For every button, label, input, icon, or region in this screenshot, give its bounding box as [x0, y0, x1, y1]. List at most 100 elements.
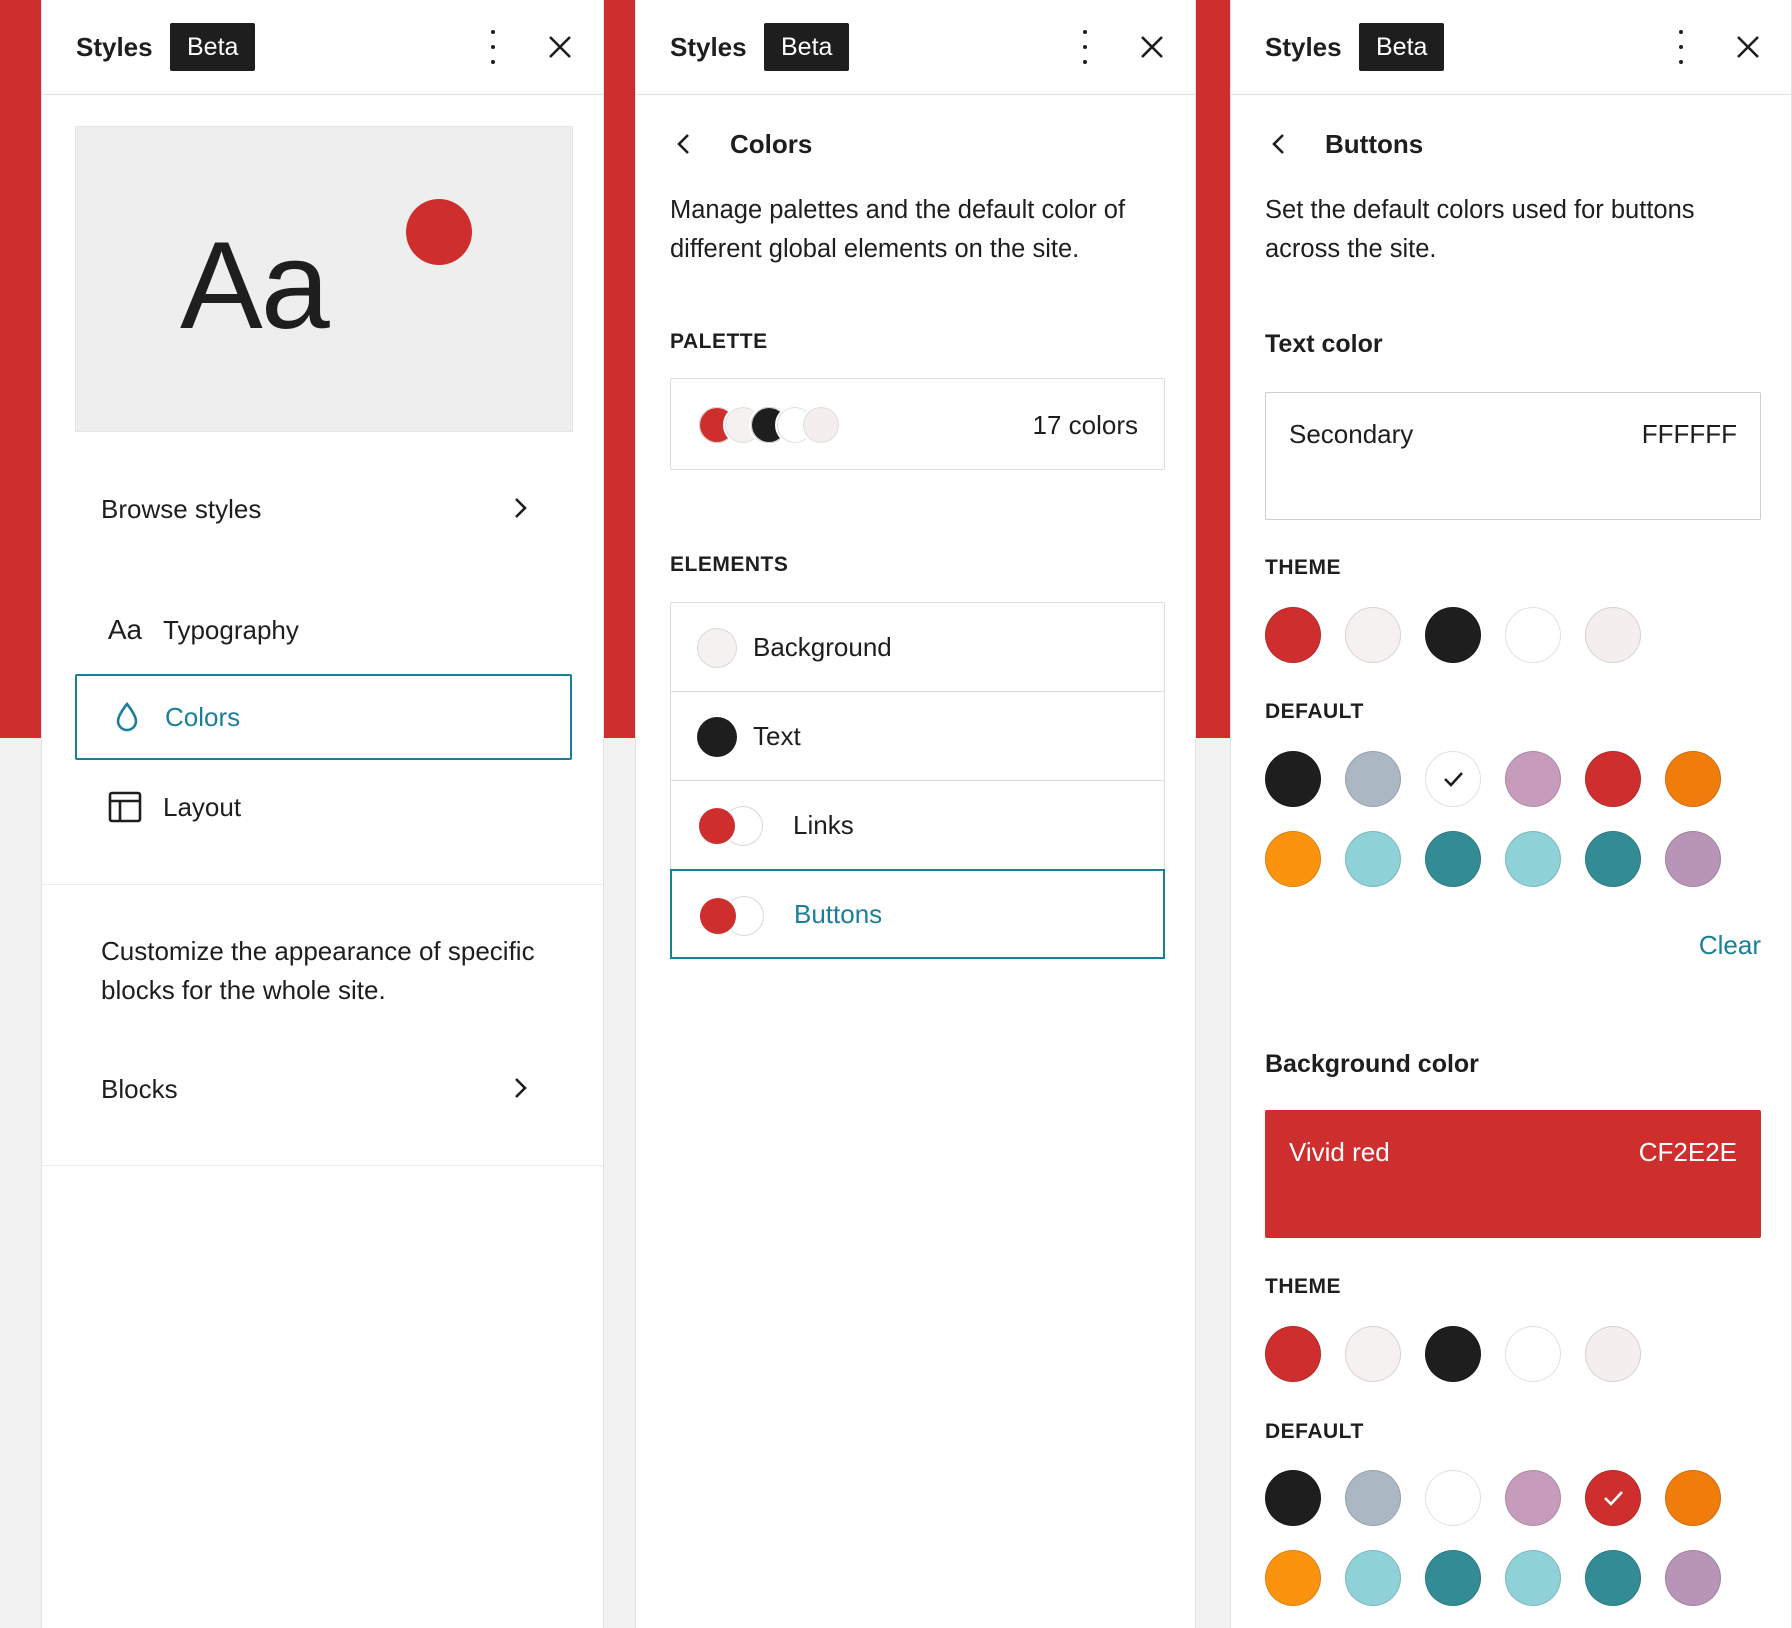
theme-color-swatch[interactable]: [1265, 607, 1321, 663]
default-color-swatch[interactable]: [1345, 751, 1401, 807]
chevron-left-icon: [677, 134, 689, 154]
theme-color-swatch[interactable]: [1505, 607, 1561, 663]
blocks-label: Blocks: [101, 1073, 178, 1104]
blocks-button[interactable]: Blocks: [75, 1046, 572, 1132]
close-icon[interactable]: [1139, 34, 1165, 60]
background-color-name: Vivid red: [1289, 1137, 1390, 1167]
theme-color-swatch[interactable]: [1425, 607, 1481, 663]
palette-count: 17 colors: [1032, 410, 1139, 440]
beta-badge: Beta: [1359, 23, 1445, 71]
links-swatch: [697, 806, 737, 846]
browse-styles-button[interactable]: Browse styles: [75, 466, 572, 552]
divider: [42, 884, 603, 885]
back-navigation[interactable]: Colors: [670, 122, 812, 166]
buttons-panel: Styles Beta Buttons Set the default colo…: [1230, 0, 1792, 1628]
default-color-swatch[interactable]: [1665, 1550, 1721, 1606]
default-color-swatch[interactable]: [1425, 1550, 1481, 1606]
element-label: Links: [793, 809, 854, 840]
theme-color-swatch[interactable]: [1505, 1326, 1561, 1382]
palette-button[interactable]: 17 colors: [670, 378, 1165, 470]
default-color-swatch[interactable]: [1425, 831, 1481, 887]
screen-title: Colors: [730, 128, 813, 159]
theme-color-swatch[interactable]: [1345, 607, 1401, 663]
default-color-swatch[interactable]: [1665, 1470, 1721, 1526]
panel-header: Styles Beta: [1231, 0, 1791, 95]
theme-color-swatch[interactable]: [1265, 1326, 1321, 1382]
text-swatch: [697, 717, 737, 757]
default-heading: DEFAULT: [1265, 1420, 1364, 1443]
text-color-name: Secondary: [1289, 419, 1414, 449]
text-color-heading: Text color: [1265, 330, 1383, 358]
close-icon[interactable]: [547, 34, 573, 60]
theme-heading: THEME: [1265, 1275, 1341, 1298]
default-color-swatch[interactable]: [1585, 1550, 1641, 1606]
nav-layout[interactable]: Layout: [75, 764, 572, 850]
element-background[interactable]: Background: [671, 603, 1164, 692]
default-color-swatch[interactable]: [1585, 831, 1641, 887]
screen-description: Manage palettes and the default color of…: [670, 196, 1126, 263]
default-color-swatch[interactable]: [1265, 1550, 1321, 1606]
background-color-heading: Background color: [1265, 1050, 1479, 1078]
clear-button[interactable]: Clear: [1699, 930, 1761, 961]
default-color-swatch[interactable]: [1425, 1470, 1481, 1526]
default-color-swatch[interactable]: [1345, 1470, 1401, 1526]
beta-badge: Beta: [764, 23, 850, 71]
default-color-swatch[interactable]: [1505, 1470, 1561, 1526]
background-color-hex: CF2E2E: [1638, 1137, 1737, 1167]
screen-title: Buttons: [1325, 128, 1424, 159]
default-color-swatch[interactable]: [1505, 1550, 1561, 1606]
element-text[interactable]: Text: [671, 692, 1164, 781]
default-color-swatch[interactable]: [1585, 751, 1641, 807]
red-strip-middle: [604, 0, 635, 738]
elements-list: Background Text Links Buttons: [670, 602, 1165, 959]
screen-description: Set the default colors used for buttons …: [1265, 196, 1695, 263]
panel-title: Styles: [1265, 32, 1342, 62]
chevron-right-icon: [515, 1078, 527, 1098]
element-buttons[interactable]: Buttons: [670, 869, 1165, 959]
panel-header: Styles Beta: [636, 0, 1195, 95]
element-label: Background: [753, 631, 892, 662]
styles-panel-root: Styles Beta Aa Browse styles Aa Typograp…: [41, 0, 604, 1628]
default-color-swatch[interactable]: [1585, 1470, 1641, 1526]
theme-color-swatch[interactable]: [1585, 607, 1641, 663]
palette-heading: PALETTE: [670, 330, 768, 353]
default-color-swatch[interactable]: [1505, 831, 1561, 887]
background-color-indicator[interactable]: Vivid red CF2E2E: [1265, 1110, 1761, 1238]
theme-color-swatch[interactable]: [1585, 1326, 1641, 1382]
panel-title: Styles: [670, 32, 747, 62]
default-color-swatch[interactable]: [1345, 1550, 1401, 1606]
back-navigation[interactable]: Buttons: [1265, 122, 1423, 166]
more-options-icon[interactable]: [1080, 30, 1090, 64]
close-icon[interactable]: [1735, 34, 1761, 60]
nav-typography-label: Typography: [163, 614, 299, 645]
default-color-swatch[interactable]: [1345, 831, 1401, 887]
droplet-icon: [107, 697, 147, 737]
default-color-swatch[interactable]: [1665, 751, 1721, 807]
theme-color-swatch[interactable]: [1345, 1326, 1401, 1382]
blocks-description: Customize the appearance of specific blo…: [101, 936, 535, 1005]
style-preview[interactable]: Aa: [75, 126, 573, 432]
colors-panel: Styles Beta Colors Manage palettes and t…: [635, 0, 1196, 1628]
layout-icon: [105, 787, 145, 827]
element-links[interactable]: Links: [671, 781, 1164, 870]
default-color-swatch[interactable]: [1265, 751, 1321, 807]
default-color-swatch[interactable]: [1265, 1470, 1321, 1526]
nav-typography[interactable]: Aa Typography: [75, 587, 572, 673]
more-options-icon[interactable]: [488, 30, 498, 64]
chevron-right-icon: [515, 498, 527, 518]
default-color-swatch[interactable]: [1505, 751, 1561, 807]
nav-colors-label: Colors: [165, 701, 241, 732]
panel-header: Styles Beta: [42, 0, 603, 95]
text-color-indicator[interactable]: Secondary FFFFFF: [1265, 392, 1761, 520]
more-options-icon[interactable]: [1676, 30, 1686, 64]
theme-color-swatch[interactable]: [1425, 1326, 1481, 1382]
nav-colors[interactable]: Colors: [75, 674, 572, 760]
chevron-left-icon: [1272, 134, 1284, 154]
text-color-hex: FFFFFF: [1641, 419, 1737, 449]
red-strip-right: [1196, 0, 1230, 738]
default-color-swatch[interactable]: [1665, 831, 1721, 887]
element-label: Buttons: [794, 898, 883, 929]
default-color-swatch[interactable]: [1425, 751, 1481, 807]
default-color-swatch[interactable]: [1265, 831, 1321, 887]
nav-layout-label: Layout: [163, 791, 242, 822]
